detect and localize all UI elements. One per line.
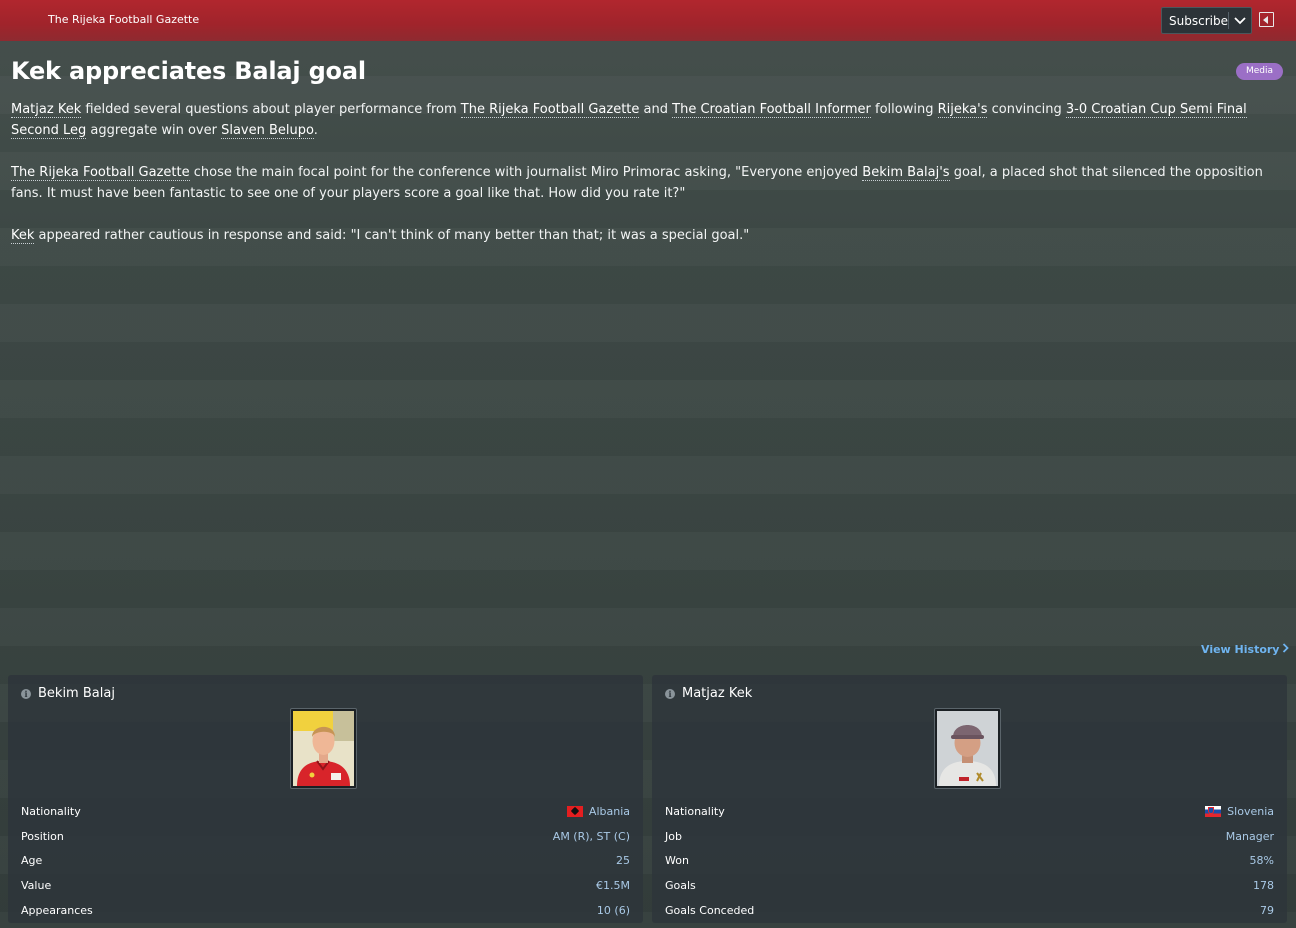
opponent-club-link[interactable]: Slaven Belupo [221,123,314,139]
detail-value: 79 [1260,903,1274,917]
newspaper-link[interactable]: The Croatian Football Informer [672,102,871,118]
detail-row: Nationality Slovenia [665,799,1274,824]
detail-label: Nationality [665,804,725,818]
card-title[interactable]: i Bekim Balaj [21,686,115,701]
player-details: Nationality Albania Position AM (R), ST … [21,799,630,923]
manager-details: Nationality Slovenia Job Manager Won 58%… [665,799,1274,923]
albania-flag-icon [566,805,583,817]
subscribe-divider [1228,12,1229,29]
detail-value[interactable]: Albania [566,805,630,818]
player-card: i Bekim Balaj Nationality Albania Positi… [8,675,643,923]
detail-row: Won 58% [665,849,1274,874]
news-header-bar: The Rijeka Football Gazette Subscribe [0,0,1296,41]
manager-photo[interactable] [934,708,1001,789]
detail-row: Value €1.5M [21,873,630,898]
text: and [639,102,673,117]
article-paragraph-1: Matjaz Kek fielded several questions abo… [11,99,1286,141]
detail-row: Goals Conceded 79 [665,898,1274,923]
player-name[interactable]: Bekim Balaj [38,686,115,701]
newspaper-name: The Rijeka Football Gazette [48,13,200,26]
view-history-label: View History [1201,643,1280,656]
subscribe-button[interactable]: Subscribe [1161,7,1252,34]
detail-row: Job Manager [665,824,1274,849]
player-photo[interactable] [290,708,357,789]
text: . [313,123,318,138]
chevron-right-icon [1283,643,1290,653]
manager-card: i Matjaz Kek Nationality Slovenia Job Ma… [652,675,1287,923]
text: aggregate win over [86,123,222,138]
detail-value: 58% [1249,854,1274,868]
detail-row: Appearances 10 (6) [21,898,630,923]
article-paragraph-2: The Rijeka Football Gazette chose the ma… [11,162,1286,204]
detail-value: 178 [1253,879,1274,893]
text: chose the main focal point for the confe… [189,165,863,180]
newspaper-link[interactable]: The Rijeka Football Gazette [460,102,640,118]
detail-value: 25 [616,854,630,868]
media-badge: Media [1236,63,1283,80]
detail-label: Won [665,854,689,868]
info-icon[interactable]: i [21,688,31,699]
slovenia-flag-icon [1205,805,1222,817]
text: convincing [987,102,1066,117]
detail-value: €1.5M [596,879,630,893]
club-link[interactable]: Rijeka's [937,102,988,118]
detail-label: Goals [665,879,696,893]
chevron-down-icon[interactable] [1232,11,1248,29]
text: following [870,102,938,117]
detail-row: Goals 178 [665,873,1274,898]
detail-label: Age [21,854,43,868]
detail-label: Goals Conceded [665,903,755,917]
text: appeared rather cautious in response and… [34,228,750,243]
info-icon[interactable]: i [665,688,675,699]
detail-value[interactable]: Slovenia [1205,805,1274,818]
nationality-value[interactable]: Slovenia [1227,805,1274,818]
newspaper-link[interactable]: The Rijeka Football Gazette [11,165,190,181]
detail-value: AM (R), ST (C) [552,829,630,843]
manager-name[interactable]: Matjaz Kek [682,686,752,701]
detail-value: Manager [1225,829,1274,843]
detail-label: Job [665,829,682,843]
detail-value: 10 (6) [596,903,630,917]
view-history-link[interactable]: View History [1201,643,1290,656]
text: fielded several questions about player p… [81,102,461,117]
player-link[interactable]: Bekim Balaj's [862,165,950,181]
article-headline: Kek appreciates Balaj goal [11,57,366,85]
detail-label: Nationality [21,804,81,818]
article-paragraph-3: Kek appeared rather cautious in response… [11,225,1286,246]
detail-label: Value [21,879,52,893]
detail-label: Position [21,829,64,843]
manager-link[interactable]: Kek [11,228,35,244]
detail-row: Position AM (R), ST (C) [21,824,630,849]
nationality-value[interactable]: Albania [589,805,630,818]
detail-row: Nationality Albania [21,799,630,824]
card-title[interactable]: i Matjaz Kek [665,686,752,701]
sidebar-collapse-icon[interactable] [1259,12,1274,27]
manager-link[interactable]: Matjaz Kek [11,102,82,118]
article-body: Matjaz Kek fielded several questions abo… [11,99,1286,267]
player-portrait-image [293,711,354,786]
manager-portrait-image [937,711,998,786]
subscribe-label: Subscribe [1169,13,1228,28]
detail-label: Appearances [21,903,93,917]
detail-row: Age 25 [21,849,630,874]
